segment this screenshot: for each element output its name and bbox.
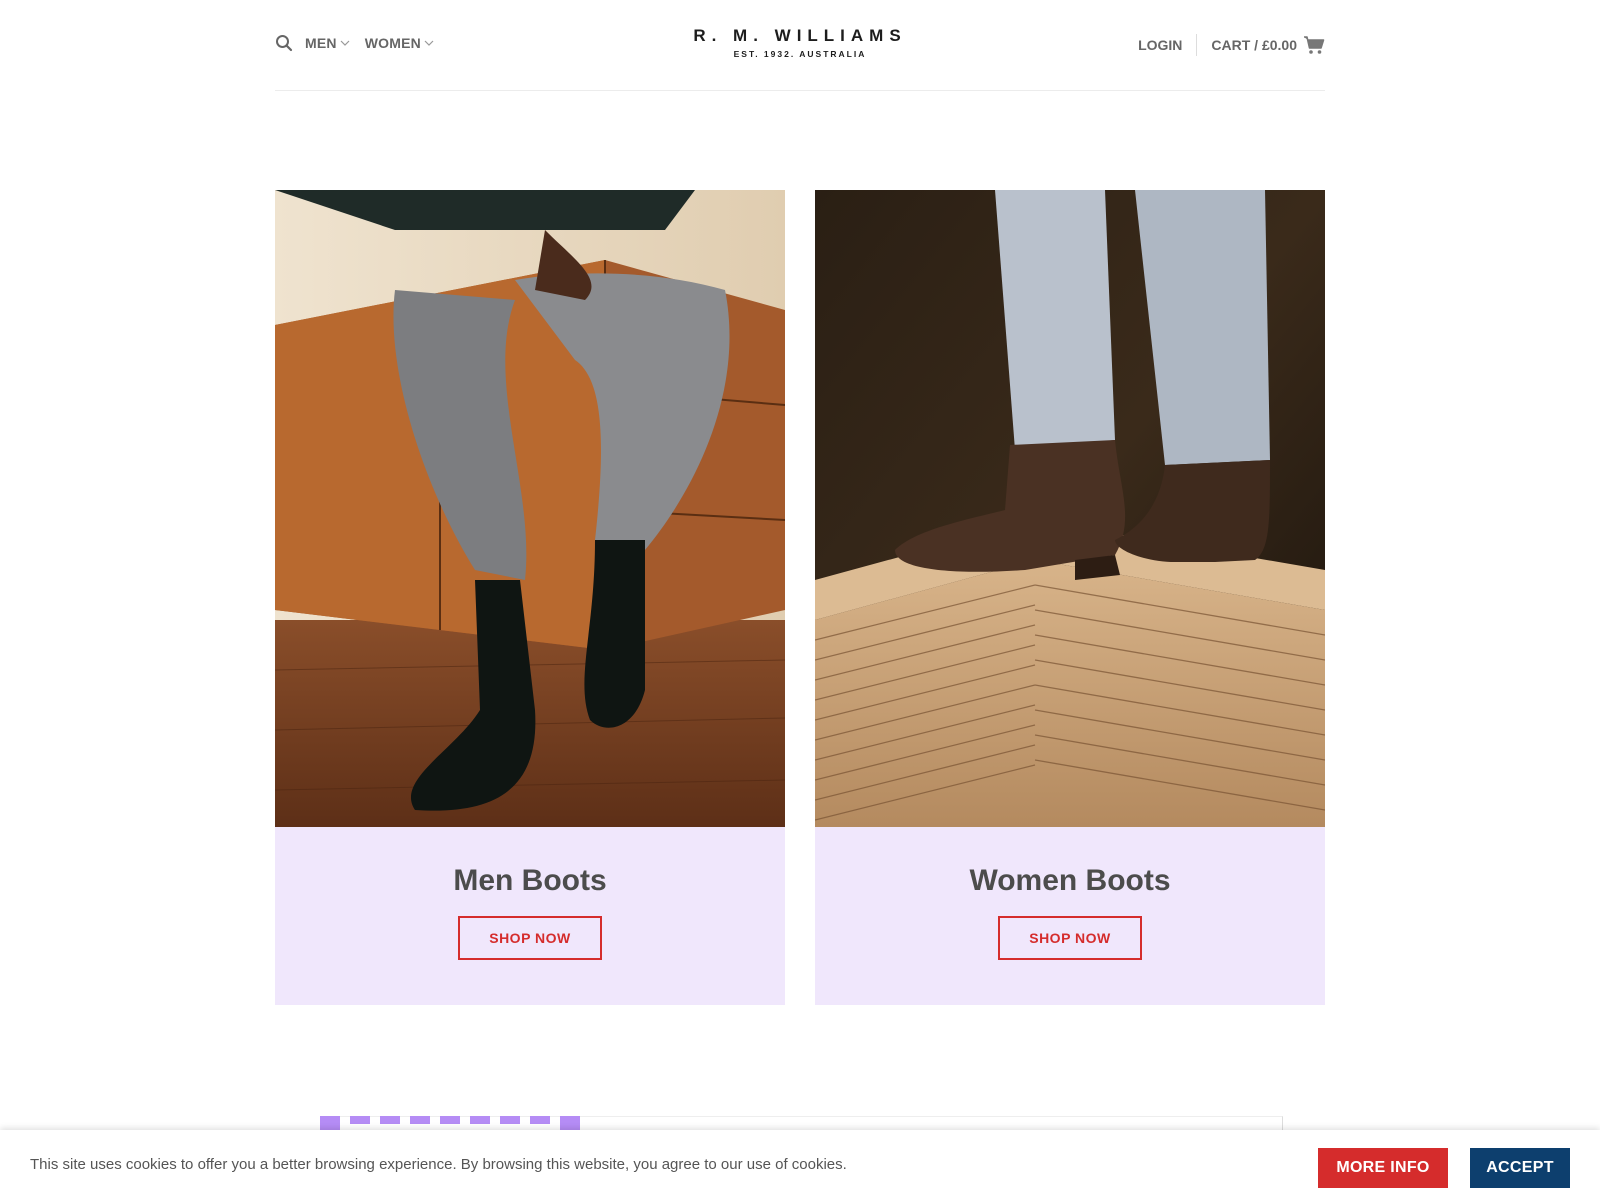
chevron-down-icon (424, 40, 434, 46)
logo-main: R. M. WILLIAMS (693, 26, 907, 45)
men-boots-title: Men Boots (453, 864, 607, 897)
login-link[interactable]: LOGIN (1138, 34, 1198, 56)
primary-nav: MEN WOMEN (275, 34, 449, 52)
nav-women-label: WOMEN (364, 35, 421, 51)
shop-now-women-button[interactable]: SHOP NOW (998, 916, 1142, 960)
nav-women[interactable]: WOMEN (365, 35, 435, 51)
women-boots-title: Women Boots (969, 864, 1171, 897)
women-boots-photo (815, 190, 1325, 827)
chevron-down-icon (340, 40, 350, 46)
more-info-button[interactable]: MORE INFO (1318, 1148, 1448, 1188)
men-boots-photo (275, 190, 785, 827)
accept-button[interactable]: ACCEPT (1470, 1148, 1570, 1188)
brand-logo[interactable]: R. M. WILLIAMS EST. 1932. AUSTRALIA (675, 26, 925, 59)
logo-tagline: EST. 1932. AUSTRALIA (733, 49, 867, 59)
women-boots-image[interactable] (815, 190, 1325, 827)
cart-label: CART / £0.00 (1211, 37, 1297, 53)
shop-now-men-button[interactable]: SHOP NOW (458, 916, 602, 960)
site-header: MEN WOMEN R. M. WILLIAMS EST. 1932. AUST… (275, 0, 1325, 91)
women-card-body: Women Boots SHOP NOW (815, 827, 1325, 1005)
men-boots-image[interactable] (275, 190, 785, 827)
cookie-banner: This site uses cookies to offer you a be… (0, 1130, 1600, 1200)
search-icon[interactable] (275, 34, 293, 52)
cart-link[interactable]: CART / £0.00 (1211, 35, 1325, 55)
nav-men-label: MEN (305, 35, 337, 51)
category-card-men: Men Boots SHOP NOW (275, 190, 785, 1005)
nav-men[interactable]: MEN (305, 35, 351, 51)
category-card-women: Women Boots SHOP NOW (815, 190, 1325, 1005)
cart-icon (1304, 36, 1325, 54)
men-card-body: Men Boots SHOP NOW (275, 827, 785, 1005)
cookie-message: This site uses cookies to offer you a be… (30, 1156, 847, 1173)
account-nav: LOGIN CART / £0.00 (1138, 34, 1325, 56)
